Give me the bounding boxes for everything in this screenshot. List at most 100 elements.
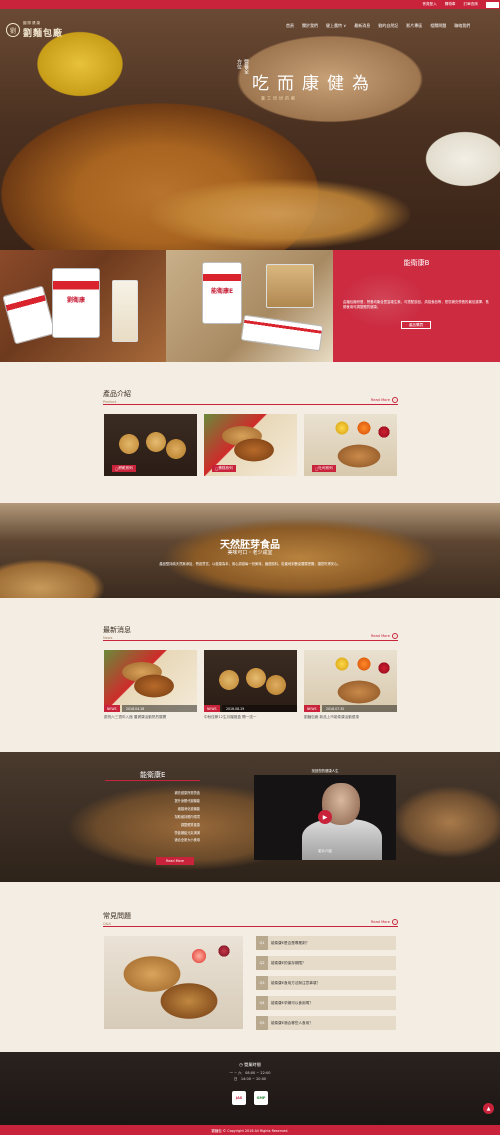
news-image: 2016.08.29 NEWS xyxy=(204,650,297,712)
video-read-more-button[interactable]: Read More xyxy=(156,857,194,865)
logo-title: 劉麵包廠 xyxy=(23,29,64,39)
feature-item: 補充健康所需營養 xyxy=(174,791,201,795)
products-read-more[interactable]: Read More › xyxy=(371,397,398,403)
products-header: 產品介紹 Product Read More › xyxy=(103,389,398,405)
nav-news[interactable]: 最新消息 xyxy=(354,23,370,29)
question-text: 能衛康E食用方法與注意事項？ xyxy=(271,980,320,985)
product-card-cookies[interactable]: ▢ 餅乾系列 xyxy=(104,414,197,476)
faq-item[interactable]: Q2 能衛康E的保存期限？ xyxy=(256,956,396,970)
gmp-badge-icon: GMP xyxy=(254,1091,268,1105)
promo-card-desc: 由麵包廠研發，營養均衡含豐富維生素，可搭配飲品、烘焙食品等，是您補充營養的最佳選… xyxy=(343,300,489,309)
feature-list: 補充健康所需營養 提升身體代謝機能 維護消化道機能 幫助維持體內環境 調整體質健… xyxy=(105,790,201,845)
news-read-more[interactable]: Read More › xyxy=(371,633,398,639)
order-query-link[interactable]: 訂單查詢 xyxy=(464,2,478,7)
logo-seal-icon: 劉 xyxy=(6,23,20,37)
nav-videos[interactable]: 影片專區 xyxy=(406,23,422,29)
banner-desc: 產品堅持純天然無添加，營養豐富，以健康為本，用心烘焙每一份美味，嚴選原料，從產地… xyxy=(159,562,341,566)
product-button[interactable]: ▢ 吐司系列 xyxy=(312,465,336,472)
faq-image xyxy=(104,936,243,1029)
faq-header: 常見問題 Q&A Read More › xyxy=(103,911,398,927)
divider xyxy=(103,404,398,405)
slogan-main: 為健康而吃 xyxy=(248,74,368,92)
video-caption: 影片介紹 xyxy=(318,849,332,853)
question-number: Q3 xyxy=(256,976,268,990)
nav-home[interactable]: 首頁 xyxy=(286,23,294,29)
jar-icon: 劉衛康 xyxy=(52,268,100,338)
faq-item[interactable]: Q3 能衛康E食用方法與注意事項？ xyxy=(256,976,396,990)
news-card[interactable]: 2016.04.28 NEWS 慶祝六三週年入館 農健康活動熱烈展開 xyxy=(104,650,197,720)
bread-image xyxy=(150,179,410,249)
video-section: 能衛康E 補充健康所需營養 提升身體代謝機能 維護消化道機能 幫助維持體內環境 … xyxy=(0,752,500,882)
question-text: 能衛康E適合哪些人食用？ xyxy=(271,1020,313,1025)
question-number: Q4 xyxy=(256,996,268,1010)
question-number: Q1 xyxy=(256,936,268,950)
news-header: 最新消息 News Read More › xyxy=(103,625,398,641)
news-tag: NEWS xyxy=(104,705,120,712)
jar-icon: 能衛康E xyxy=(202,262,242,324)
promo-product-card: 能衛康B 由麵包廠研發，營養均衡含豐富維生素，可搭配飲品、烘焙食品等，是您補充營… xyxy=(333,250,500,362)
news-date: 2016.07.30 xyxy=(322,705,397,712)
product-card-cakes[interactable]: ▢ 蛋糕系列 xyxy=(204,414,297,476)
cart-link[interactable]: 購物車 xyxy=(445,2,456,7)
nav-products[interactable]: 健上農特 ∨ xyxy=(326,23,346,29)
video-player[interactable]: ▶ 影片介紹 xyxy=(254,775,396,860)
faq-read-more[interactable]: Read More › xyxy=(371,919,398,925)
news-headline[interactable]: 中秋佳節12生月檔禮盒 開一送一 xyxy=(204,715,297,720)
faq-item[interactable]: Q5 能衛康E適合哪些人食用？ xyxy=(256,1016,396,1030)
nav-diary[interactable]: 劉的自然記 xyxy=(378,23,398,29)
back-to-top-icon[interactable]: ▲ xyxy=(483,1103,494,1114)
news-card[interactable]: 2016.08.29 NEWS 中秋佳節12生月檔禮盒 開一送一 xyxy=(204,650,297,720)
question-text: 能衛康E的保存期限？ xyxy=(271,960,306,965)
products-title: 產品介紹 xyxy=(103,390,131,398)
line-button[interactable]: LINE xyxy=(485,1,499,8)
news-card[interactable]: 2016.07.30 NEWS 劉麵包廠 新品上市能衛康活動優惠 xyxy=(304,650,397,720)
faq-item[interactable]: Q4 能衛康E孕婦可以食用嗎？ xyxy=(256,996,396,1010)
promo-buy-button[interactable]: 產品購買 xyxy=(401,321,431,329)
site-logo[interactable]: 劉 國際健康 劉麵包廠 xyxy=(6,21,63,39)
feature-item: 適合全家大小食用 xyxy=(174,838,201,843)
arrow-right-icon: › xyxy=(392,633,398,639)
slogan-small: 營養全方位 xyxy=(236,59,249,74)
news-headline[interactable]: 慶祝六三週年入館 農健康活動熱烈展開 xyxy=(104,715,197,720)
banner-subtitle: 美味可口・老少咸宜 xyxy=(227,550,273,556)
certification-badges: JAS GMP xyxy=(0,1091,500,1105)
hero-banner: 劉 國際健康 劉麵包廠 首頁 關於我們 健上農特 ∨ 最新消息 劉的自然記 影片… xyxy=(0,9,500,250)
product-button[interactable]: ▢ 蛋糕系列 xyxy=(212,465,236,472)
question-text: 能衛康E孕婦可以食用嗎？ xyxy=(271,1000,313,1005)
business-hours: 一 ~ 六 08:00 ~ 22:00 日 14:00 ~ 20:00 xyxy=(229,1071,271,1081)
product-card-toast[interactable]: ▢ 吐司系列 xyxy=(304,414,397,476)
video-section-title: 能衛康E xyxy=(140,771,166,779)
play-icon[interactable]: ▶ xyxy=(318,810,332,824)
news-date: 2016.08.29 xyxy=(222,705,297,712)
member-login-link[interactable]: 會員登入 xyxy=(422,2,436,7)
question-text: 能衛康E是否是專業劑？ xyxy=(271,940,310,945)
news-date: 2016.04.28 xyxy=(122,705,197,712)
news-headline[interactable]: 劉麵包廠 新品上市能衛康活動優惠 xyxy=(304,715,397,720)
top-utility-bar: 會員登入 購物車 訂單查詢 LINE xyxy=(0,0,500,9)
feature-banner: 天然胚芽食品 美味可口・老少咸宜 產品堅持純天然無添加，營養豐富，以健康為本，用… xyxy=(0,503,500,598)
promo-row: 劉衛康 能衛康E 能衛康B 由麵包廠研發，營養均衡含豐富維生素，可搭配飲品、烘焙… xyxy=(0,250,500,362)
slogan-signature: 劉的烘焙工藝 xyxy=(261,96,296,100)
promo-image-1[interactable]: 劉衛康 xyxy=(0,250,166,362)
feature-item: 調整體質健康 xyxy=(180,822,200,827)
product-button[interactable]: ▢ 餅乾系列 xyxy=(112,465,136,472)
hours-title: ◷ 營業時間 xyxy=(239,1062,261,1067)
nav-faq[interactable]: 相關問題 xyxy=(430,23,446,29)
milk-glass-icon xyxy=(112,280,138,342)
news-image: 2016.07.30 NEWS xyxy=(304,650,397,712)
video-title: 找回您的健康人生 xyxy=(311,769,339,773)
news-tag: NEWS xyxy=(204,705,220,712)
faq-item[interactable]: Q1 能衛康E是否是專業劑？ xyxy=(256,936,396,950)
divider xyxy=(103,640,398,641)
question-number: Q5 xyxy=(256,1016,268,1030)
copyright-bar: 劉麵包 © Copyright 2016 All Rights Reserved… xyxy=(0,1125,500,1135)
news-image: 2016.04.28 NEWS xyxy=(104,650,197,712)
news-title: 最新消息 xyxy=(103,626,131,634)
promo-image-2[interactable]: 能衛康E xyxy=(166,250,333,362)
arrow-right-icon: › xyxy=(392,397,398,403)
nav-about[interactable]: 關於我們 xyxy=(302,23,318,29)
divider xyxy=(103,926,398,927)
arrow-right-icon: › xyxy=(392,919,398,925)
jar-icon xyxy=(2,285,56,345)
nav-contact[interactable]: 聯絡我們 xyxy=(454,23,470,29)
